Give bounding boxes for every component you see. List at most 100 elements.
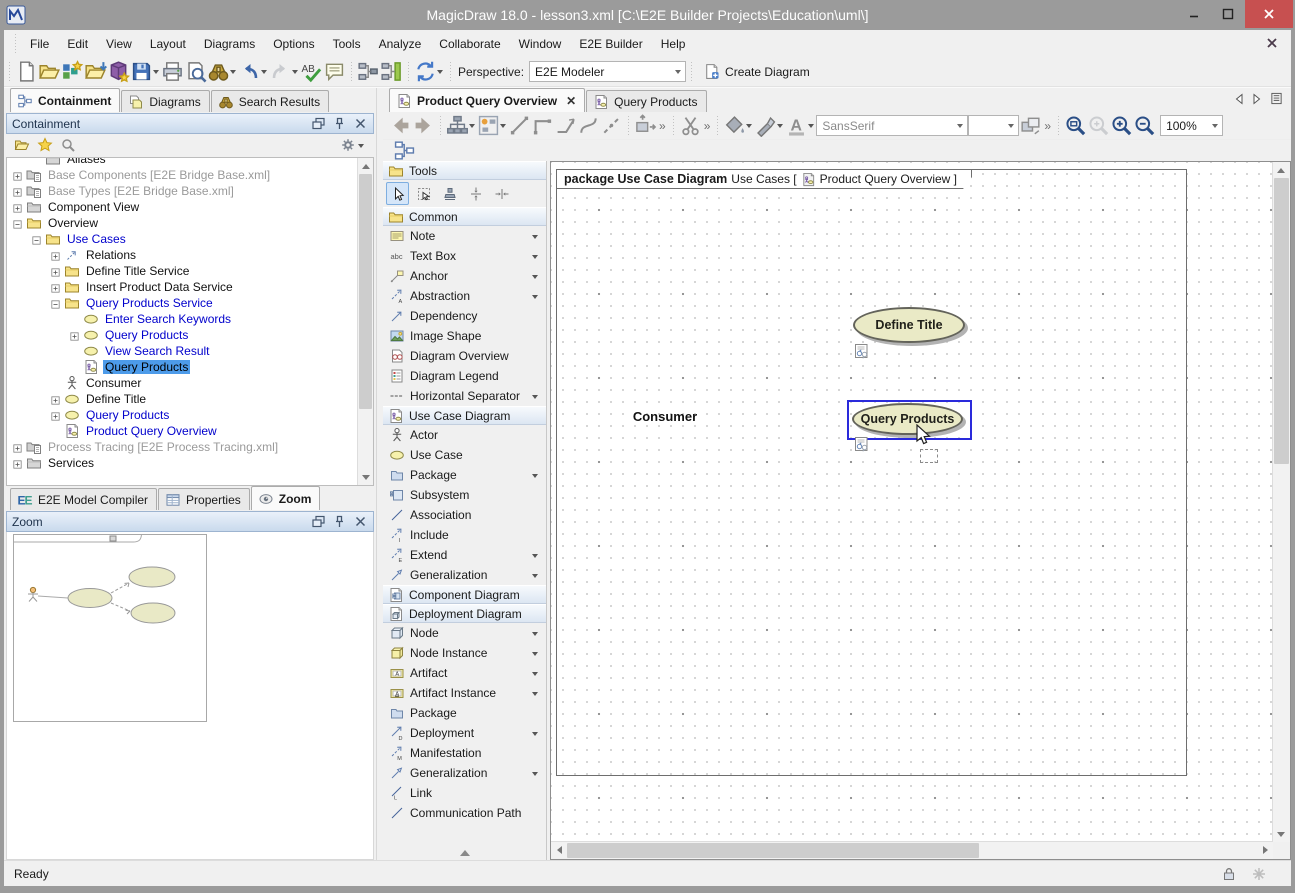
collapse-icon[interactable] xyxy=(51,299,60,308)
memory-monitor-icon[interactable] xyxy=(1221,866,1237,882)
palette-item-dropdown-caret[interactable] xyxy=(532,732,538,739)
forward-button[interactable] xyxy=(412,114,435,137)
menu-view[interactable]: View xyxy=(97,33,141,55)
expand-icon[interactable] xyxy=(51,251,60,260)
tree-item-product-query-overview[interactable]: Product Query Overview xyxy=(7,423,358,439)
quick-layout-dropdown-caret[interactable] xyxy=(500,124,506,131)
line-color-dropdown-caret[interactable] xyxy=(777,124,783,131)
print-button[interactable] xyxy=(161,60,184,83)
palette-item-dropdown-caret[interactable] xyxy=(532,474,538,481)
menu-window[interactable]: Window xyxy=(510,33,571,55)
expand-icon[interactable] xyxy=(13,171,22,180)
zoom-in-button[interactable] xyxy=(1110,114,1133,137)
palette-item-dropdown-caret[interactable] xyxy=(532,632,538,639)
tree-item-base-types-e2e-bridge-base-xml[interactable]: Base Types [E2E Bridge Base.xml] xyxy=(7,183,358,199)
font-color-button[interactable]: A xyxy=(785,114,808,137)
palette-item-diagram-legend[interactable]: Diagram Legend xyxy=(383,366,546,386)
tab-zoom[interactable]: Zoom xyxy=(251,486,321,510)
tab-search-results[interactable]: Search Results xyxy=(211,90,329,112)
palette-item-text-box[interactable]: abcText Box xyxy=(383,246,546,266)
redo-dropdown-caret[interactable] xyxy=(292,70,298,77)
open-model-button[interactable] xyxy=(84,60,107,83)
bent-path-button[interactable] xyxy=(554,114,577,137)
palette-section-use-case-diagram[interactable]: Use Case Diagram xyxy=(383,406,546,425)
palette-item-package[interactable]: Package xyxy=(383,703,546,723)
palette-item-dropdown-caret[interactable] xyxy=(532,275,538,282)
palette-item-dropdown-caret[interactable] xyxy=(532,574,538,581)
palette-item-association[interactable]: Association xyxy=(383,505,546,525)
palette-item-dropdown-caret[interactable] xyxy=(532,652,538,659)
palette-item-generalization[interactable]: Generalization xyxy=(383,565,546,585)
menu-tools[interactable]: Tools xyxy=(324,33,370,55)
create-diagram-button[interactable]: Create Diagram xyxy=(697,60,816,83)
menubar-grip[interactable] xyxy=(12,34,19,54)
undo-button[interactable] xyxy=(238,60,261,83)
usecase-query-products-selection[interactable]: Query Products xyxy=(847,400,972,440)
new-project-button[interactable] xyxy=(15,60,38,83)
menu-edit[interactable]: Edit xyxy=(58,33,97,55)
update-modules-button[interactable] xyxy=(414,60,437,83)
structure-view-button[interactable] xyxy=(380,60,403,83)
collapse-icon[interactable] xyxy=(13,219,22,228)
layout-dropdown-caret[interactable] xyxy=(469,124,475,131)
expand-icon[interactable] xyxy=(13,443,22,452)
usecase-define-title[interactable]: Define Title xyxy=(853,307,965,343)
tab-containment[interactable]: Containment xyxy=(10,88,120,112)
expand-icon[interactable] xyxy=(70,331,79,340)
font-color-dropdown-caret[interactable] xyxy=(808,124,814,131)
font-size-combobox[interactable] xyxy=(968,115,1019,136)
canvas-h-thumb[interactable] xyxy=(567,843,979,858)
open-project-button[interactable] xyxy=(38,60,61,83)
tree-item-query-products[interactable]: Query Products xyxy=(7,359,358,375)
menu-diagrams[interactable]: Diagrams xyxy=(195,33,264,55)
close-button[interactable] xyxy=(1245,0,1293,28)
diagram-tab-product-query-overview[interactable]: Product Query Overview✕ xyxy=(389,88,585,112)
collapse-icon[interactable] xyxy=(32,235,41,244)
palette-item-communication-path[interactable]: Communication Path xyxy=(383,803,546,823)
float-panel-icon[interactable] xyxy=(311,116,326,131)
menu-layout[interactable]: Layout xyxy=(141,33,195,55)
palette-item-diagram-overview[interactable]: Diagram Overview xyxy=(383,346,546,366)
tab-list-icon[interactable] xyxy=(1270,92,1283,105)
select-tool-button[interactable] xyxy=(386,182,409,205)
expand-icon[interactable] xyxy=(13,459,22,468)
model-structure-button[interactable] xyxy=(357,60,380,83)
back-button[interactable] xyxy=(389,114,412,137)
menu-analyze[interactable]: Analyze xyxy=(370,33,431,55)
expand-icon[interactable] xyxy=(13,203,22,212)
tree-item-process-tracing-e2e-process-tracing-xml[interactable]: Process Tracing [E2E Process Tracing.xml… xyxy=(7,439,358,455)
tree-item-query-products[interactable]: Query Products xyxy=(7,327,358,343)
zoom-preview[interactable] xyxy=(6,532,374,860)
tree-item-consumer[interactable]: Consumer xyxy=(7,375,358,391)
line-color-button[interactable] xyxy=(754,114,777,137)
palette-item-dropdown-caret[interactable] xyxy=(532,255,538,262)
horizontal-tools-button[interactable] xyxy=(490,182,513,205)
group-select-tool-button[interactable] xyxy=(412,182,435,205)
canvas-v-scrollbar[interactable] xyxy=(1272,162,1290,842)
palette-item-abstraction[interactable]: AAbstraction xyxy=(383,286,546,306)
expand-icon[interactable] xyxy=(51,283,60,292)
new-model-button[interactable] xyxy=(61,60,84,83)
palette-item-dropdown-caret[interactable] xyxy=(532,772,538,779)
tree-scroll-down[interactable] xyxy=(358,470,373,485)
float-panel-icon[interactable] xyxy=(311,514,326,529)
save-dropdown-caret[interactable] xyxy=(153,70,159,77)
palette-section-tools[interactable]: Tools xyxy=(383,161,546,180)
curved-path-button[interactable] xyxy=(577,114,600,137)
canvas-scroll-down[interactable] xyxy=(1273,827,1288,842)
palette-item-node[interactable]: Node xyxy=(383,623,546,643)
close-tab-icon[interactable]: ✕ xyxy=(566,96,576,106)
panel-splitter[interactable] xyxy=(376,88,383,860)
scroll-tabs-right-icon[interactable] xyxy=(1252,93,1262,105)
palette-item-use-case[interactable]: Use Case xyxy=(383,445,546,465)
rectilinear-path-button[interactable] xyxy=(531,114,554,137)
reset-shape-button[interactable] xyxy=(1019,114,1042,137)
zoom-level-combobox[interactable]: 100% xyxy=(1160,115,1223,136)
palette-scroll-up[interactable] xyxy=(383,844,546,860)
palette-item-actor[interactable]: Actor xyxy=(383,425,546,445)
minimize-button[interactable] xyxy=(1177,0,1211,28)
maximize-button[interactable] xyxy=(1211,0,1245,28)
diagram-overview-badge-icon[interactable] xyxy=(854,436,870,452)
sticky-tool-button[interactable] xyxy=(438,182,461,205)
more-buttons-icon[interactable]: » xyxy=(702,119,713,133)
